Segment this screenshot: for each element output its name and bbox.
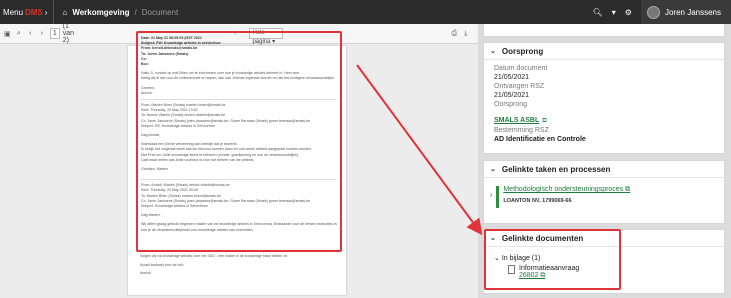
process-item[interactable]: › Methodologisch ondersteuningsproces ⧉ … — [484, 178, 724, 216]
email-line: Wij willen graag gebruik beginnen maken … — [141, 222, 337, 227]
email-line: Annick — [141, 90, 152, 95]
chevron-down-icon: ⌄ — [490, 48, 496, 55]
page-number-input[interactable]: 1 — [49, 28, 60, 39]
chevron-right-icon[interactable]: › — [490, 192, 492, 208]
field-label: Ontvangen RSZ — [494, 83, 545, 90]
email-line — [141, 172, 337, 176]
email-line: hoe je de verantwoordelijkheid voor know… — [141, 227, 254, 232]
field-label: Oorsprong — [494, 101, 528, 108]
download-icon[interactable]: ⤓ — [463, 30, 469, 38]
oorsprong-title: Oorsprong — [501, 46, 544, 56]
external-link-icon[interactable]: ⧉ — [542, 118, 546, 125]
user-name: Joren Janssens — [664, 7, 721, 17]
user-menu[interactable]: Joren Janssens — [640, 0, 731, 24]
next-page-icon[interactable]: › — [39, 30, 45, 37]
external-link-icon: ⧉ — [625, 186, 631, 193]
breadcrumb-home[interactable]: Werkomgeving — [72, 8, 129, 17]
documenten-highlight — [484, 229, 621, 290]
email-line: Ik bekijk het volgende week wat we hierv… — [141, 147, 312, 152]
menu-label: Menu — [3, 7, 24, 17]
search-icon[interactable]: 🔍︎ — [593, 8, 603, 17]
breadcrumb-current: Document — [141, 7, 179, 17]
taken-title: Gelinkte taken en processen — [501, 164, 611, 174]
top-bar: Menu DMS › ⌂ Werkomgeving / Document 🔍︎ … — [0, 0, 731, 24]
process-status-bar — [496, 186, 500, 208]
chevron-down-icon[interactable]: ▾ — [612, 8, 616, 17]
divider — [141, 99, 337, 101]
email-closing: Volgen wij via knowledge articles over h… — [136, 254, 342, 277]
process-link[interactable]: Methodologisch ondersteuningsproces ⧉ — [503, 186, 630, 194]
taken-header[interactable]: ⌄ Gelinkte taken en processen — [484, 161, 724, 178]
field-value: 21/05/2021 — [494, 92, 530, 99]
breadcrumb: ⌂ Werkomgeving / Document — [54, 8, 178, 17]
avatar — [646, 5, 660, 19]
oorsprong-header[interactable]: ⌄ Oorsprong — [484, 43, 724, 60]
oorsprong-fields: Datum document 21/05/2021 Ontvangen RSZ 21/… — [484, 60, 724, 144]
page-count: (1 van 2) — [62, 23, 75, 44]
top-right-tools: 🔍︎ ▾ ⚙ Joren Janssens — [593, 0, 731, 24]
process-id: LOANTON NV, 1799069-66 — [503, 198, 572, 204]
notification-icon[interactable]: ⚙ — [625, 8, 632, 17]
search-icon[interactable]: ⌕ — [16, 30, 22, 38]
field-value: 21/05/2021 — [494, 74, 530, 81]
field-value: AD Identificatie en Controle — [494, 136, 586, 143]
chevron-down-icon: ⌄ — [490, 166, 496, 173]
gelinkte-taken-card: ⌄ Gelinkte taken en processen › Methodol… — [483, 160, 725, 224]
field-label: Datum document — [494, 65, 548, 72]
menu-button[interactable]: Menu DMS › — [0, 0, 53, 24]
home-icon[interactable]: ⌂ — [62, 8, 67, 17]
panel-top-card — [483, 24, 725, 37]
prev-page-icon[interactable]: ‹ — [27, 30, 33, 37]
field-value-link[interactable]: SMALS ASBL — [484, 116, 539, 125]
email-line: Annick — [140, 271, 151, 275]
breadcrumb-separator: / — [134, 7, 137, 17]
chevron-right-icon: › — [44, 7, 48, 17]
divider — [141, 179, 337, 181]
brand-logo: DMS — [25, 7, 43, 17]
oorsprong-card: ⌄ Oorsprong Datum document 21/05/2021 Ontv… — [483, 42, 725, 154]
print-icon[interactable]: ⎙ — [451, 30, 458, 38]
field-label: Bestemming RSZ — [494, 127, 549, 134]
sidebar-toggle-icon[interactable]: ▣ — [4, 30, 11, 38]
email-line: hartig als ik dat voor de collecterende … — [141, 76, 335, 81]
email-content-highlight: Date: 21 May 21 08:25:09 (GST 2021 Subjec… — [136, 31, 342, 252]
